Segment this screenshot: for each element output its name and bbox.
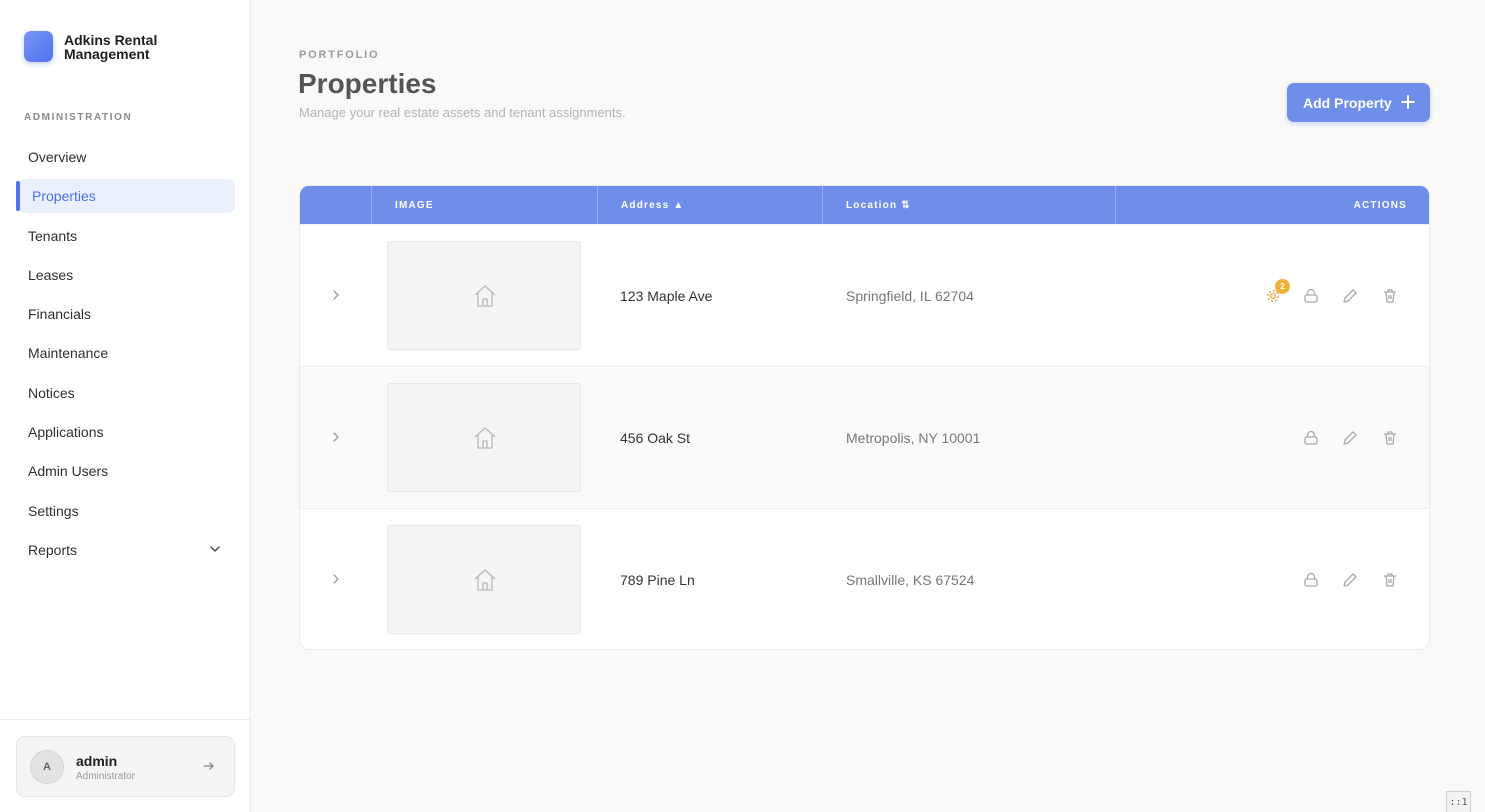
brand-name: Adkins Rental Management bbox=[64, 31, 158, 62]
property-image-placeholder bbox=[387, 383, 581, 492]
house-icon bbox=[474, 285, 496, 307]
property-location: Springfield, IL 62704 bbox=[846, 288, 974, 304]
sidebar-item-financials[interactable]: Financials bbox=[16, 297, 235, 331]
column-header-address[interactable]: Address ▲ bbox=[597, 186, 822, 224]
brand-logo-icon bbox=[24, 31, 53, 62]
sidebar-item-label: Overview bbox=[28, 149, 87, 165]
sidebar-footer: A admin Administrator bbox=[0, 719, 251, 812]
column-header-image: IMAGE bbox=[371, 186, 597, 224]
table-header: IMAGE Address ▲ Location ⇅ ACTIONS bbox=[300, 186, 1429, 224]
column-header-label: Address ▲ bbox=[621, 199, 685, 211]
page-eyebrow: PORTFOLIO bbox=[299, 49, 380, 61]
plus-icon bbox=[1401, 95, 1415, 109]
logout-icon[interactable] bbox=[202, 759, 216, 773]
column-header-location[interactable]: Location ⇅ bbox=[822, 186, 1115, 224]
property-address: 456 Oak St bbox=[620, 430, 691, 446]
sidebar-item-settings[interactable]: Settings bbox=[16, 494, 235, 528]
sidebar-item-label: Notices bbox=[28, 384, 75, 401]
chevron-right-icon[interactable] bbox=[330, 572, 342, 586]
brand[interactable]: Adkins Rental Management bbox=[24, 31, 184, 62]
sidebar-item-tenants[interactable]: Tenants bbox=[16, 219, 235, 253]
sidebar-item-notices[interactable]: Notices bbox=[16, 376, 235, 410]
sidebar-item-applications[interactable]: Applications bbox=[16, 415, 235, 449]
column-header-actions: ACTIONS bbox=[1115, 186, 1429, 224]
add-property-button[interactable]: Add Property bbox=[1287, 83, 1430, 122]
trash-icon[interactable] bbox=[1381, 429, 1399, 447]
sidebar-nav: Overview Properties Tenants Leases Finan… bbox=[16, 140, 235, 572]
column-header-label: IMAGE bbox=[395, 199, 434, 211]
sidebar-item-admin-users[interactable]: Admin Users bbox=[16, 454, 235, 488]
corner-indicator: ::1 bbox=[1446, 791, 1471, 812]
trash-icon[interactable] bbox=[1381, 287, 1399, 305]
table-row: 123 Maple Ave Springfield, IL 62704 2 bbox=[300, 224, 1429, 366]
property-image-placeholder bbox=[387, 241, 581, 350]
house-icon bbox=[474, 569, 496, 591]
avatar: A bbox=[30, 750, 64, 784]
user-role: Administrator bbox=[76, 771, 135, 782]
table-row: 456 Oak St Metropolis, NY 10001 bbox=[300, 366, 1429, 508]
sidebar-item-label: Settings bbox=[28, 502, 79, 519]
lock-icon[interactable] bbox=[1302, 287, 1320, 305]
trash-icon[interactable] bbox=[1381, 571, 1399, 589]
property-image-placeholder bbox=[387, 525, 581, 634]
sidebar-item-label: Reports bbox=[28, 541, 78, 558]
sidebar-item-reports[interactable]: Reports bbox=[16, 533, 235, 567]
table-row: 789 Pine Ln Smallville, KS 67524 bbox=[300, 508, 1429, 649]
chevron-right-icon[interactable] bbox=[330, 430, 342, 444]
sidebar-item-label: Tenants bbox=[28, 227, 78, 244]
property-location: Smallville, KS 67524 bbox=[846, 572, 975, 588]
chevron-down-icon[interactable] bbox=[209, 543, 221, 555]
edit-icon[interactable] bbox=[1341, 429, 1359, 447]
chevron-right-icon[interactable] bbox=[330, 288, 342, 302]
nav-section-label: ADMINISTRATION bbox=[24, 112, 133, 123]
sidebar-item-leases[interactable]: Leases bbox=[16, 258, 235, 292]
page-subtitle: Manage your real estate assets and tenan… bbox=[299, 105, 626, 120]
lock-icon[interactable] bbox=[1302, 429, 1320, 447]
property-location: Metropolis, NY 10001 bbox=[846, 430, 981, 446]
sidebar-item-label: Applications bbox=[28, 424, 104, 441]
property-address: 789 Pine Ln bbox=[620, 572, 695, 588]
notification-badge: 2 bbox=[1275, 279, 1290, 294]
edit-icon[interactable] bbox=[1341, 287, 1359, 305]
user-name: admin bbox=[76, 753, 118, 769]
properties-table: IMAGE Address ▲ Location ⇅ ACTIONS 123 M… bbox=[299, 185, 1430, 650]
sidebar: Adkins Rental Management ADMINISTRATION … bbox=[0, 0, 251, 812]
page-title: Properties bbox=[298, 68, 437, 99]
property-address: 123 Maple Ave bbox=[620, 288, 713, 304]
add-property-label: Add Property bbox=[1303, 94, 1392, 111]
house-icon bbox=[474, 427, 496, 449]
column-header-label: ACTIONS bbox=[1353, 199, 1407, 211]
sidebar-item-maintenance[interactable]: Maintenance bbox=[16, 336, 235, 370]
sidebar-item-label: Admin Users bbox=[28, 463, 109, 480]
sidebar-item-properties[interactable]: Properties bbox=[16, 179, 235, 214]
lock-icon[interactable] bbox=[1302, 571, 1320, 589]
edit-icon[interactable] bbox=[1341, 571, 1359, 589]
sidebar-item-label: Leases bbox=[28, 266, 74, 283]
sidebar-item-label: Properties bbox=[32, 188, 96, 205]
sidebar-item-label: Financials bbox=[28, 306, 92, 323]
column-header-label: Location ⇅ bbox=[846, 199, 911, 211]
sidebar-item-overview[interactable]: Overview bbox=[16, 140, 235, 174]
user-card[interactable]: A admin Administrator bbox=[16, 736, 235, 797]
sidebar-item-label: Maintenance bbox=[28, 345, 109, 362]
